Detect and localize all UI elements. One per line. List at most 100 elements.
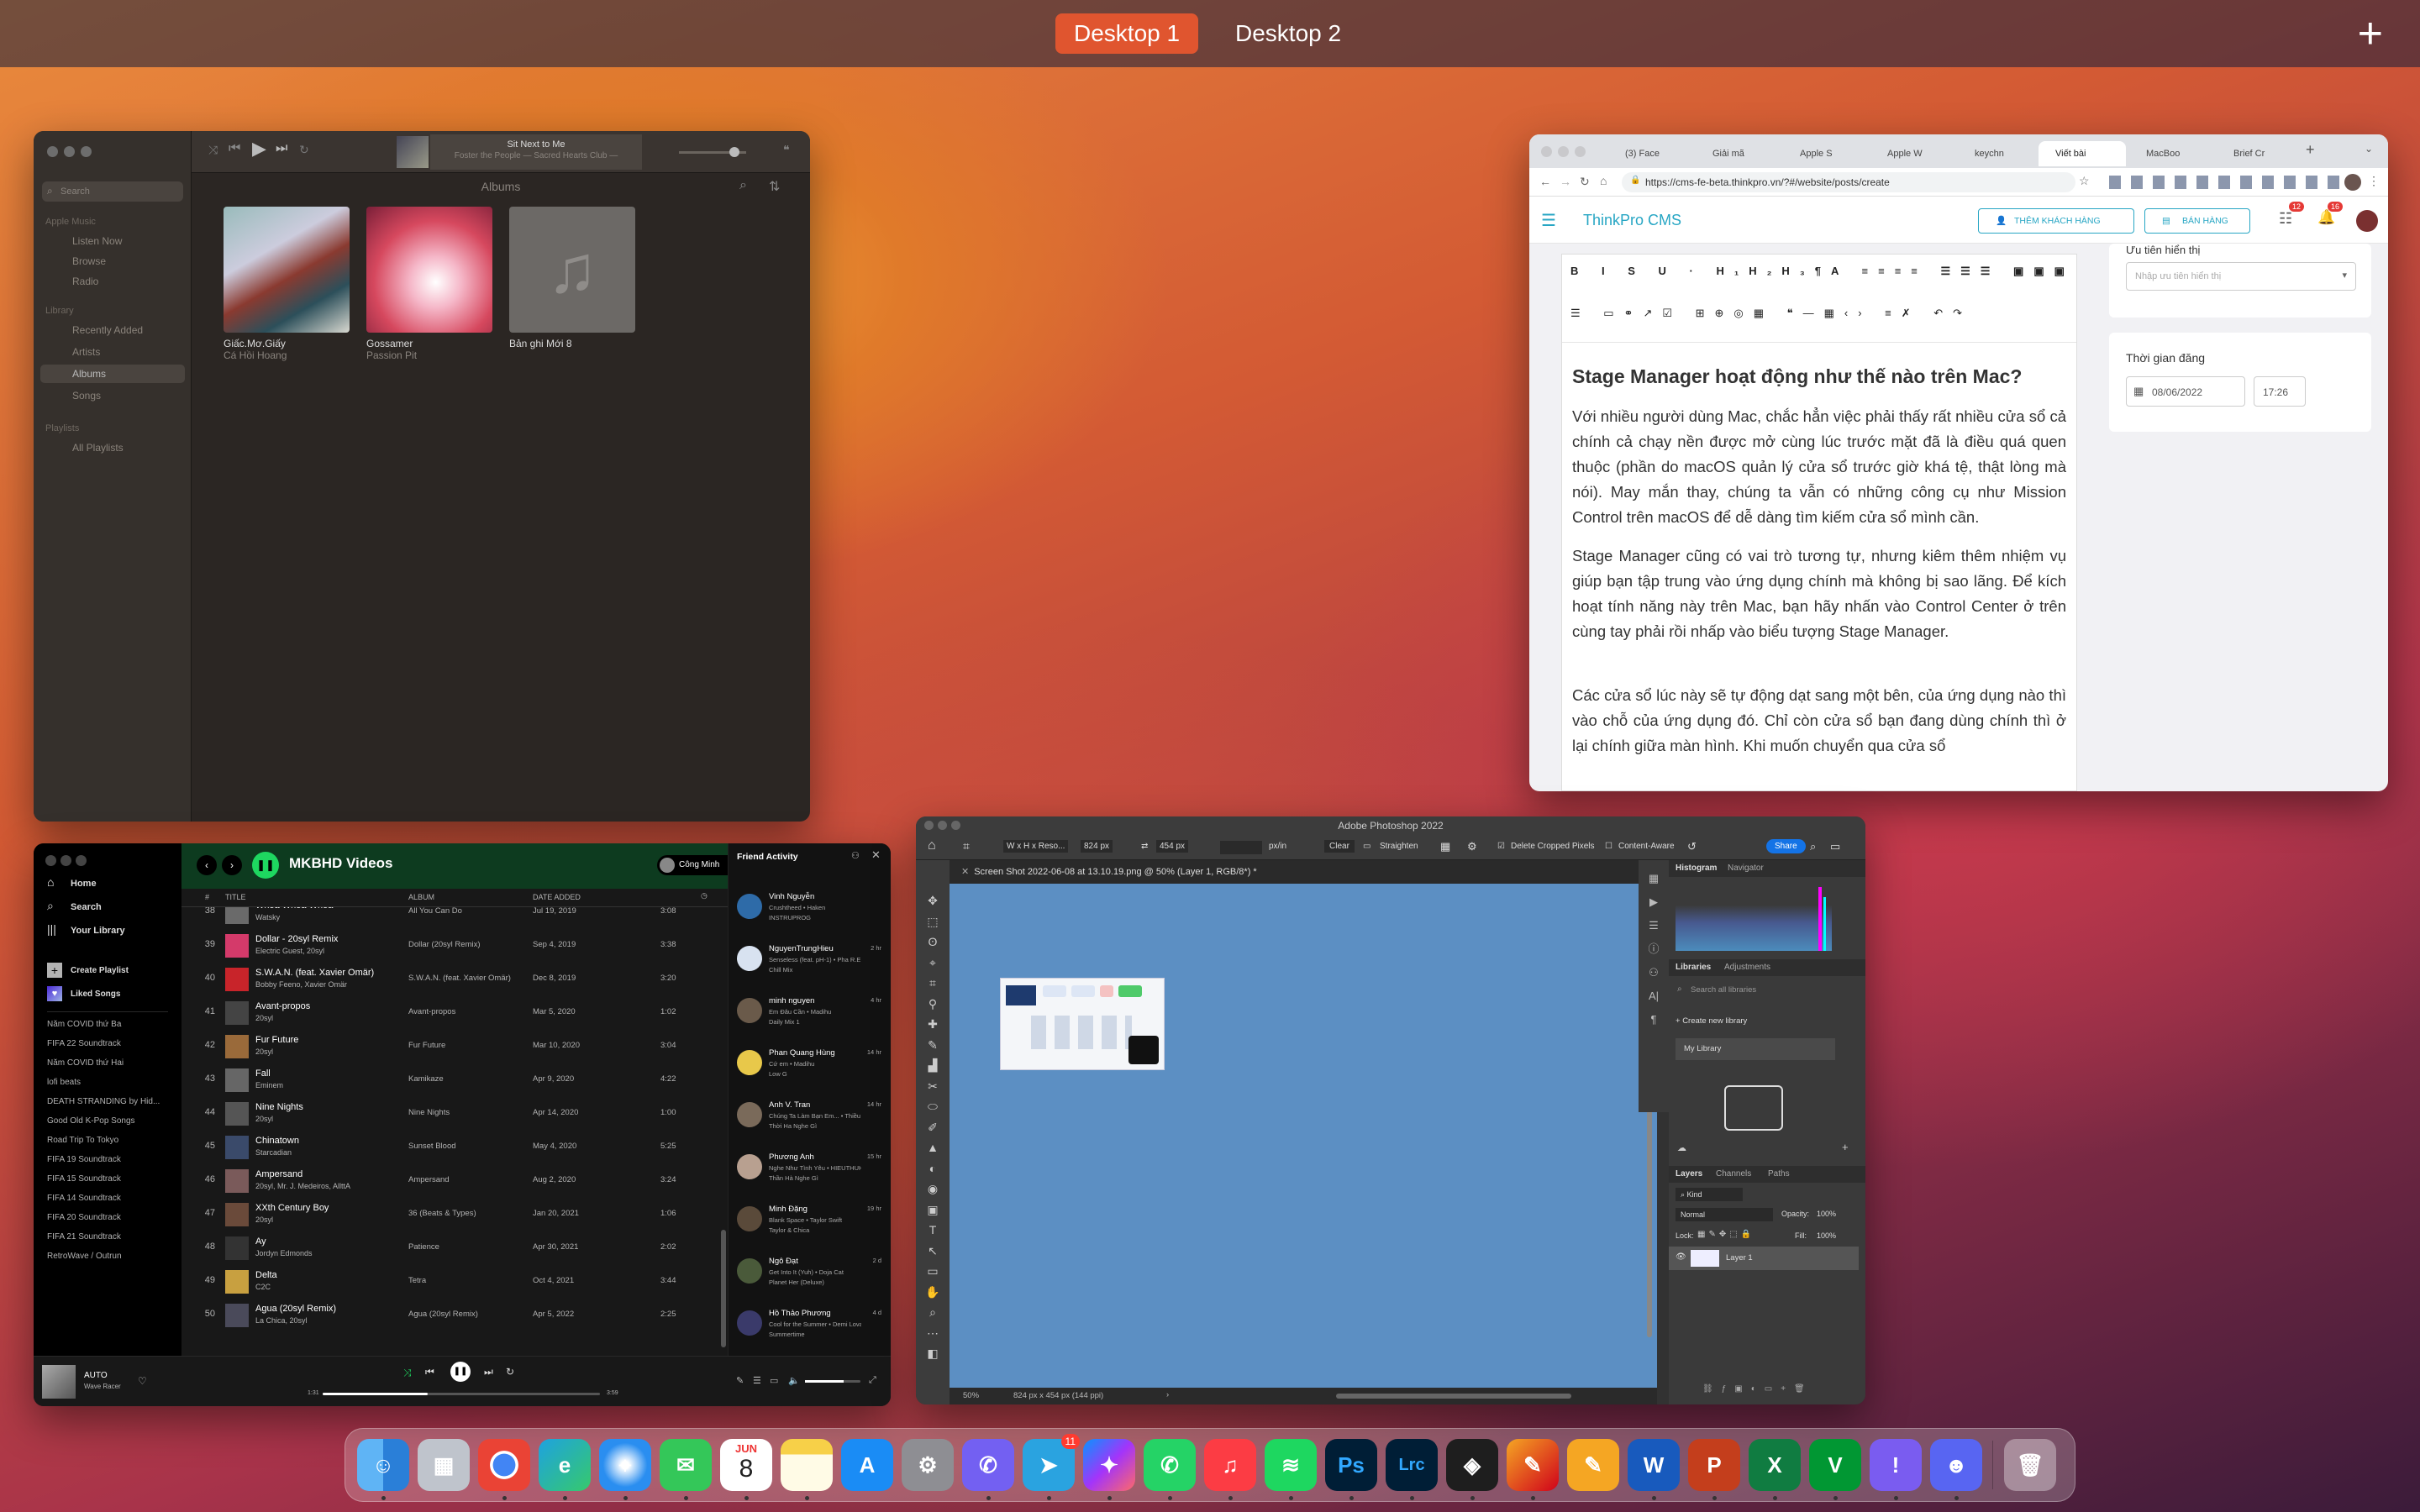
close-icon[interactable]: ✕ [871, 848, 881, 862]
friend-name[interactable]: NguyenTrungHieu [769, 944, 834, 953]
tab-adjustments[interactable]: Adjustments [1724, 963, 1770, 972]
delete-cropped-checkbox[interactable]: ☑ [1497, 842, 1505, 851]
table-row[interactable]: 39 Dollar - 20syl Remix Electric Guest, 20… [182, 929, 728, 963]
table-row[interactable]: 38 Whoa Whoa Whoa Watsky All You Can Do Jul … [182, 907, 728, 929]
table-row[interactable]: 43 Fall Eminem Kamikaze Apr 9, 2020 4:22 [182, 1063, 728, 1097]
forward-icon[interactable]: › [222, 855, 242, 875]
track-title[interactable]: Dollar - 20syl Remix [255, 934, 338, 944]
document-tab[interactable]: ✕ Screen Shot 2022-06-08 at 13.10.19.png … [950, 860, 1657, 884]
friend-track[interactable]: Nghe Như Tình Yêu • HIEUTHUHAI [769, 1164, 861, 1172]
minimize-button[interactable] [64, 146, 75, 157]
play-icon[interactable]: ▶ [252, 138, 266, 160]
post-heading[interactable]: Stage Manager hoạt động như thế nào trên… [1572, 365, 2022, 388]
post-paragraph[interactable]: Các cửa sổ lúc này sẽ tự động dạt sang m… [1572, 683, 2066, 759]
track-album[interactable]: All You Can Do [408, 907, 462, 916]
sidebar-item-listen-now[interactable]: Listen Now [72, 235, 122, 247]
queue-icon[interactable]: ☰ [753, 1375, 761, 1386]
sidebar-item-albums-selected[interactable] [40, 365, 185, 383]
friend-context[interactable]: Daily Mix 1 [769, 1018, 861, 1026]
track-artist[interactable]: Electric Guest, 20syl [255, 947, 324, 955]
nav-library[interactable]: Your Library [71, 926, 125, 936]
browser-window[interactable]: (3) Face Giải mã Apple S Apple W keychn … [1529, 134, 2388, 791]
resolution-field[interactable] [1220, 841, 1262, 854]
workspace-icon[interactable]: ▭ [1830, 840, 1840, 853]
lightroom-icon[interactable]: Lrc [1386, 1439, 1438, 1491]
track-album[interactable]: Tetra [408, 1276, 426, 1285]
zoom-level[interactable]: 50% [963, 1391, 979, 1400]
table-row[interactable]: 50 Agua (20syl Remix) La Chica, 20syl Agua … [182, 1299, 728, 1332]
friend-track[interactable]: Blank Space • Taylor Swift [769, 1216, 861, 1224]
friend-context[interactable]: Taylor & Chica [769, 1226, 861, 1234]
avatar[interactable] [2356, 210, 2378, 232]
friend-name[interactable]: minh nguyen [769, 996, 814, 1005]
track-artist[interactable]: 20syl [255, 1014, 273, 1022]
search-icon[interactable]: ⌕ [1810, 840, 1816, 853]
fullscreen-icon[interactable]: ⤢ [869, 1375, 876, 1386]
playlist-item[interactable]: FIFA 20 Soundtrack [47, 1213, 121, 1222]
profile-avatar[interactable] [2344, 174, 2361, 191]
friend-name[interactable]: Phan Quang Hùng [769, 1048, 835, 1058]
now-playing-title[interactable]: AUTO [84, 1371, 108, 1380]
more-menu-icon[interactable]: ⋮ [2368, 174, 2380, 188]
straighten-icon[interactable]: ▭ [1363, 842, 1370, 851]
friend-item[interactable]: Anh V. Tran 14 hr Chúng Ta Làm Bạn Em... •… [737, 1099, 888, 1144]
hamburger-icon[interactable]: ☰ [1541, 210, 1556, 231]
content-aware-checkbox[interactable]: ☐ [1605, 842, 1612, 851]
add-customer-button[interactable]: 👤 THÊM KHÁCH HÀNG [1978, 208, 2134, 234]
track-title[interactable]: Fur Future [255, 1035, 298, 1045]
reload-icon[interactable]: ↻ [1580, 175, 1590, 189]
friend-context[interactable]: Summertime [769, 1331, 861, 1338]
friend-name[interactable]: Phương Anh [769, 1152, 814, 1162]
tab-layers[interactable]: Layers [1676, 1169, 1702, 1179]
friend-name[interactable]: Anh V. Tran [769, 1100, 810, 1110]
trash-icon[interactable]: 🗑 [2004, 1439, 2056, 1491]
layers-footer-icons[interactable]: ⛓ƒ▣◐▭+🗑 [1702, 1384, 1813, 1394]
layer-filter-select[interactable]: ⌕ Kind [1676, 1188, 1743, 1201]
track-title[interactable]: Nine Nights [255, 1102, 303, 1112]
playlist-item[interactable]: FIFA 14 Soundtrack [47, 1194, 121, 1203]
track-artist[interactable]: 20syl [255, 1115, 273, 1123]
zoom-button[interactable] [76, 855, 87, 866]
friend-context[interactable]: INSTRUPROG [769, 914, 861, 921]
horizontal-scrollbar[interactable] [1336, 1394, 1571, 1399]
pages-icon[interactable]: ✎ [1567, 1439, 1619, 1491]
playlist-item[interactable]: Good Old K-Pop Songs [47, 1116, 135, 1126]
grid-overlay-icon[interactable]: ▦ [1440, 840, 1450, 853]
crop-tool-icon[interactable]: ⌗ [963, 839, 970, 853]
shuffle-icon[interactable]: ⤨ [208, 143, 218, 157]
date-input[interactable]: ▦ 08/06/2022 [2126, 376, 2245, 407]
nav-home[interactable]: Home [71, 879, 97, 889]
bell-icon[interactable]: 🔔 [2317, 209, 2335, 226]
desktop-2-tab[interactable]: Desktop 2 [1217, 13, 1360, 54]
tab-paths[interactable]: Paths [1768, 1169, 1790, 1179]
home-icon[interactable]: ⌂ [1600, 174, 1607, 187]
track-title[interactable]: Whoa Whoa Whoa [255, 907, 333, 911]
lyrics-icon[interactable]: ❝ [783, 143, 790, 157]
track-title[interactable]: Chinatown [255, 1136, 299, 1146]
sell-button[interactable]: ▤ BÁN HÀNG [2144, 208, 2250, 234]
reset-icon[interactable]: ↺ [1687, 840, 1697, 853]
canvas[interactable] [950, 884, 1657, 1388]
track-title[interactable]: Ay [255, 1236, 266, 1247]
plus-square-icon[interactable]: + [47, 963, 62, 978]
straighten-button[interactable]: Straighten [1380, 842, 1418, 851]
devices-icon[interactable]: ▭ [770, 1375, 778, 1386]
close-button[interactable] [45, 855, 56, 866]
search-icon[interactable]: ⌕ [739, 178, 747, 193]
friend-name[interactable]: Minh Đặng [769, 1205, 808, 1214]
edge-icon[interactable]: e [539, 1439, 591, 1491]
home-icon[interactable]: ⌂ [928, 838, 936, 853]
friend-item[interactable]: minh nguyen 4 hr Em Đâu Cần • Madihu Daily … [737, 995, 888, 1040]
friend-context[interactable]: Chill Mix [769, 966, 861, 974]
home-icon[interactable]: ⌂ [47, 875, 54, 889]
nav-search[interactable]: Search [71, 902, 102, 912]
previous-icon[interactable]: ⏮ [425, 1366, 434, 1378]
browser-tab[interactable]: keychn [1958, 141, 2042, 166]
friend-item[interactable]: Minh Đặng 19 hr Blank Space • Taylor Swift… [737, 1203, 888, 1248]
track-artist[interactable]: Starcadian [255, 1148, 292, 1157]
settings-icon[interactable]: ⚙ [1467, 840, 1477, 853]
word-icon[interactable]: W [1628, 1439, 1680, 1491]
pixelmator-icon[interactable]: ✎ [1507, 1439, 1559, 1491]
close-button[interactable] [924, 821, 934, 830]
photoshop-icon[interactable]: Ps [1325, 1439, 1377, 1491]
